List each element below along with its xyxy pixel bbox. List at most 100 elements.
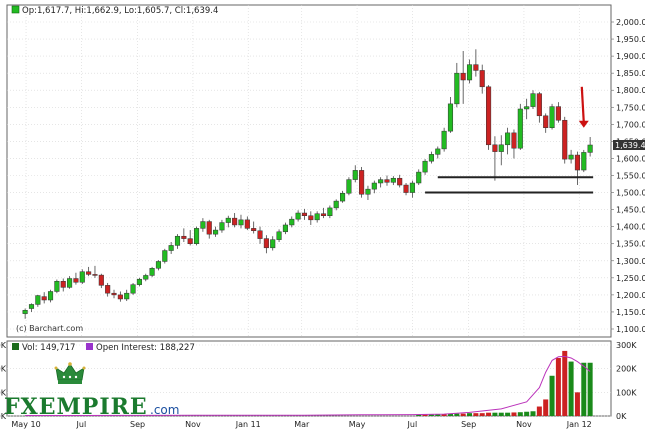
ohlc-legend: Op:1,617.7, Hi:1,662.9, Lo:1,605.7, Cl:1… xyxy=(22,6,218,16)
candle-body xyxy=(219,222,225,231)
svg-text:1,639.4: 1,639.4 xyxy=(615,141,645,150)
price-y-tick-label: 1,300.0 xyxy=(616,257,645,266)
candle-body xyxy=(581,152,587,171)
candle-body xyxy=(359,170,365,195)
candle-body xyxy=(73,278,79,283)
candle-body xyxy=(251,228,257,232)
candle-body xyxy=(333,200,339,209)
volume-bar xyxy=(555,358,561,416)
volume-y-tick-label: 0K xyxy=(616,412,627,421)
price-y-tick-label: 1,850.0 xyxy=(616,69,645,78)
candle-body xyxy=(371,182,377,190)
candle-body xyxy=(244,219,250,229)
candle-body xyxy=(511,132,517,149)
candle-body xyxy=(340,192,346,202)
volume-left-tick-label: 200K xyxy=(0,365,7,374)
candle-body xyxy=(117,294,123,300)
candle-body xyxy=(295,212,301,220)
candle-body xyxy=(67,278,73,288)
volume-bar xyxy=(543,399,549,416)
brand-suffix: .com xyxy=(150,403,179,417)
price-y-tick-label: 1,950.0 xyxy=(616,35,645,44)
candle-body xyxy=(111,292,117,296)
candle-body xyxy=(136,278,142,285)
volume-bar xyxy=(536,406,542,416)
candle-body xyxy=(41,296,47,301)
candle-body xyxy=(47,291,54,301)
candle-body xyxy=(574,154,580,171)
candle-body xyxy=(409,182,415,193)
candle-body xyxy=(22,309,28,314)
candle-body xyxy=(213,229,219,235)
volume-bar xyxy=(524,411,530,416)
volume-bar xyxy=(574,392,580,416)
x-tick-label: Jul xyxy=(407,420,418,429)
x-tick-label: Sep xyxy=(130,420,145,429)
candle-body xyxy=(473,64,479,71)
candle-body xyxy=(86,271,92,275)
volume-bar xyxy=(473,413,479,416)
candle-body xyxy=(105,285,111,294)
brand-name: FXEMPIRE xyxy=(4,394,148,420)
volume-bar xyxy=(562,350,568,416)
candle-body xyxy=(270,239,276,249)
volume-legend: Vol: 149,717 xyxy=(22,343,75,353)
price-y-tick-label: 1,550.0 xyxy=(616,172,645,181)
candle-body xyxy=(352,170,358,180)
candle-body xyxy=(143,275,149,280)
volume-bar xyxy=(530,411,536,416)
x-tick-label: Jan 12 xyxy=(566,420,592,429)
price-y-tick-label: 1,200.0 xyxy=(616,291,645,300)
price-y-tick-label: 1,900.0 xyxy=(616,52,645,61)
price-y-tick-label: 1,800.0 xyxy=(616,86,645,95)
candle-body xyxy=(155,261,162,269)
volume-bar xyxy=(511,412,517,416)
candle-body xyxy=(98,274,104,286)
candle-body xyxy=(181,235,187,239)
candle-body xyxy=(346,179,352,194)
price-y-tick-label: 1,500.0 xyxy=(616,189,645,198)
candle-body xyxy=(530,93,536,107)
candle-body xyxy=(543,115,549,128)
x-tick-label: Nov xyxy=(185,420,201,429)
candle-body xyxy=(492,144,498,152)
candle-body xyxy=(168,245,174,251)
price-y-tick-label: 1,350.0 xyxy=(616,240,645,249)
candle-body xyxy=(60,280,66,288)
volume-bar xyxy=(549,375,555,416)
x-tick-label: Sep xyxy=(461,420,476,429)
candle-body xyxy=(200,221,206,229)
price-y-tick-label: 1,450.0 xyxy=(616,206,645,215)
volume-left-tick-label: 300K xyxy=(0,341,7,350)
x-tick-label: Mar xyxy=(294,420,310,429)
candle-body xyxy=(479,70,485,88)
volume-bar xyxy=(517,412,523,416)
volume-bar xyxy=(581,362,587,416)
volume-bar xyxy=(492,412,498,416)
candle-body xyxy=(536,93,542,117)
price-y-tick-label: 2,000.0 xyxy=(616,18,645,27)
candle-body xyxy=(454,72,460,105)
candle-body xyxy=(282,224,288,233)
candle-body xyxy=(35,295,41,305)
price-panel-frame xyxy=(6,4,612,338)
candle-body xyxy=(308,215,314,221)
candle-body xyxy=(225,217,231,223)
chart-credit: (c) Barchart.com xyxy=(16,324,83,333)
volume-bar xyxy=(454,413,460,416)
candle-body xyxy=(587,144,593,153)
candle-body xyxy=(92,274,98,276)
x-tick-label: Jul xyxy=(76,420,87,429)
candle-body xyxy=(428,154,434,162)
candle-body xyxy=(124,292,130,300)
candle-body xyxy=(174,235,181,246)
candle-body xyxy=(568,154,574,160)
candle-body xyxy=(422,160,428,173)
candle-body xyxy=(327,207,333,217)
last-price-tag: 1,639.4 xyxy=(613,140,645,151)
price-y-tick-label: 1,400.0 xyxy=(616,223,645,232)
volume-y-axis: 0K 100K 200K 300K xyxy=(616,341,637,421)
candle-body xyxy=(435,148,441,155)
price-y-tick-label: 1,100.0 xyxy=(616,325,645,334)
candle-body xyxy=(403,184,409,193)
